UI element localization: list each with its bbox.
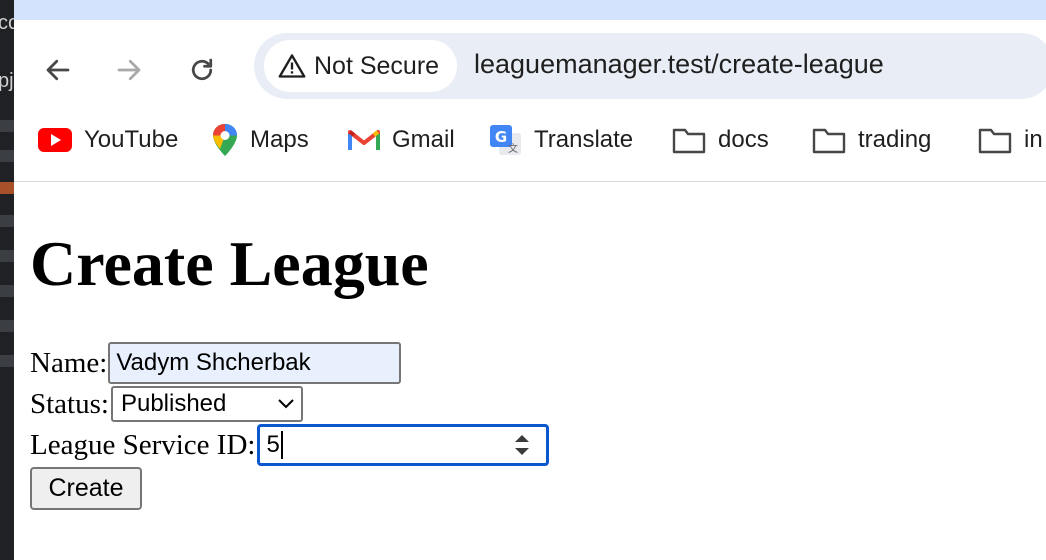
bookmark-label: in: [1024, 126, 1043, 153]
maps-icon: [213, 124, 237, 156]
folder-icon: [812, 128, 846, 154]
status-row: Status: Published: [30, 386, 303, 422]
status-select-value: Published: [120, 390, 227, 417]
name-input-value: Vadym Shcherbak: [116, 349, 311, 376]
service-id-label: League Service ID:: [30, 428, 256, 461]
reload-icon: [191, 58, 213, 81]
spinner-down-icon[interactable]: [514, 447, 530, 456]
security-label: Not Secure: [314, 51, 440, 80]
bookmark-folder-in[interactable]: in: [978, 118, 1043, 162]
background-window-text: pj: [0, 70, 14, 92]
bookmark-folder-trading[interactable]: trading: [812, 118, 931, 162]
bookmark-label: trading: [858, 126, 932, 153]
bookmark-youtube[interactable]: YouTube: [38, 118, 178, 162]
reload-button[interactable]: [182, 50, 222, 90]
arrow-left-icon: [46, 59, 70, 81]
page-title: Create League: [30, 228, 429, 299]
bookmark-label: YouTube: [84, 126, 179, 153]
bookmark-gmail[interactable]: Gmail: [348, 118, 455, 162]
folder-icon: [978, 128, 1012, 154]
arrow-right-icon: [117, 59, 141, 81]
background-window-text: co: [0, 12, 14, 34]
address-bar[interactable]: Not Secure leaguemanager.test/create-lea…: [254, 33, 1046, 99]
service-id-value: 5: [266, 430, 280, 458]
status-label: Status:: [30, 387, 109, 420]
svg-text:文: 文: [508, 142, 518, 155]
spinner-up-icon[interactable]: [514, 434, 530, 443]
folder-icon: [672, 128, 706, 154]
bookmark-label: docs: [718, 126, 769, 153]
translate-icon: G 文: [490, 125, 521, 155]
warning-icon: [278, 54, 306, 78]
chevron-down-icon: [278, 399, 294, 409]
service-id-input[interactable]: 5: [257, 424, 550, 466]
background-window-strip: co pj: [0, 0, 14, 560]
bookmark-translate[interactable]: G 文 Translate: [490, 118, 633, 162]
youtube-icon: [38, 128, 72, 152]
url-text[interactable]: leaguemanager.test/create-league: [474, 49, 884, 80]
bookmark-maps[interactable]: Maps: [212, 118, 309, 162]
name-label: Name:: [30, 346, 108, 379]
page-content: Create League Name: Vadym Shcherbak Stat…: [14, 183, 1046, 560]
service-id-row: League Service ID: 5: [30, 424, 550, 466]
name-row: Name: Vadym Shcherbak: [30, 342, 402, 384]
site-security-chip[interactable]: Not Secure: [264, 40, 458, 92]
forward-button[interactable]: [109, 50, 149, 90]
browser-toolbar: Not Secure leaguemanager.test/create-lea…: [14, 20, 1046, 182]
gmail-icon: [348, 130, 380, 150]
text-caret: [280, 431, 283, 460]
status-select[interactable]: Published: [110, 386, 303, 422]
bookmark-label: Maps: [250, 126, 309, 153]
bookmark-label: Gmail: [392, 126, 455, 153]
bookmark-label: Translate: [534, 126, 634, 153]
service-id-input-text: 5: [266, 430, 283, 460]
bookmark-folder-docs[interactable]: docs: [672, 118, 769, 162]
svg-text:G: G: [495, 128, 507, 146]
bookmarks-bar: YouTube Maps Gmail G 文 Translate docs tr…: [14, 118, 1046, 162]
tab-strip: [0, 0, 1046, 20]
back-button[interactable]: [38, 50, 78, 90]
number-spinner[interactable]: [514, 434, 540, 456]
name-input[interactable]: Vadym Shcherbak: [108, 342, 402, 384]
create-button[interactable]: Create: [30, 467, 142, 510]
